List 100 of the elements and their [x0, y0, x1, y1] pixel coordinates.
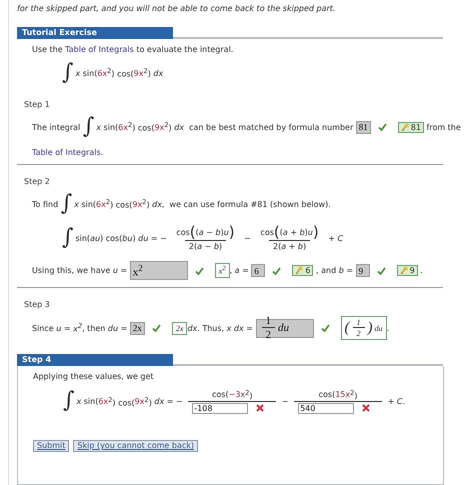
math-variable: x: [75, 68, 80, 78]
answer-input[interactable]: 540: [298, 402, 354, 414]
math-variable: a: [197, 242, 202, 251]
math-text: $^{2}$): [142, 198, 151, 210]
integral-sign: ∫: [82, 116, 94, 138]
answer-field[interactable]: x$^{2}$: [130, 261, 188, 280]
math-variable: a: [198, 228, 204, 237]
math-variable: C: [338, 234, 344, 242]
math-text: +: [327, 234, 336, 242]
math-variable: bu: [122, 234, 132, 242]
math-variable: x$^{2}$: [73, 322, 82, 334]
math-text: .: [419, 266, 423, 275]
math-text: ): [218, 242, 222, 251]
math-text: cos(: [212, 390, 229, 400]
math-text: sin(: [82, 68, 98, 78]
math-text: $^{2}$): [164, 121, 173, 133]
math-text: cos: [176, 228, 190, 237]
math-variable: du: [138, 234, 148, 242]
math-variable: a: [282, 228, 288, 237]
answer-field[interactable]: 2x: [130, 322, 145, 334]
math-variable: a: [281, 242, 286, 251]
notice-text: for the skipped part, and you will not be able to come back to the skipped part.: [17, 4, 336, 13]
parenthesis: (: [190, 225, 196, 240]
answer-field[interactable]: 9: [356, 264, 370, 277]
math-text: −: [204, 242, 212, 251]
math-variable: x dx: [226, 324, 244, 332]
integral-sign: ∫: [63, 390, 74, 412]
math-text: $^{2}$): [245, 389, 253, 401]
math-text: sin(: [102, 122, 118, 132]
key-value: 2x: [176, 324, 184, 332]
math-variable: u: [112, 266, 118, 275]
answer-field[interactable]: 6: [251, 264, 266, 277]
math-variable: x: [76, 396, 82, 406]
math-text: , we can use formula #81 (shown below).: [162, 200, 331, 208]
key-value: 9: [410, 266, 415, 275]
math-text: $^{2}$): [143, 67, 152, 79]
math-text: (: [196, 228, 199, 237]
math-text: from the: [426, 122, 461, 132]
math-text: −: [205, 228, 214, 237]
parenthesis: (: [274, 225, 280, 240]
math-text: cos: [260, 228, 274, 237]
math-text: =: [245, 324, 254, 332]
integral-sign: ∫: [62, 62, 74, 84]
math-text: ) cos(: [100, 234, 122, 242]
key-value: 6: [305, 266, 310, 275]
math-variable: u: [56, 324, 62, 332]
math-text: sin(: [80, 200, 96, 208]
math-variable: C: [396, 396, 402, 406]
math-text: to evaluate the integral.: [135, 45, 234, 54]
math-variable: au: [90, 234, 100, 242]
math-text: ): [220, 228, 224, 237]
math-coefficient: 9x: [134, 396, 144, 406]
table-of-integrals-link[interactable]: Table of Integrals.: [32, 148, 104, 157]
math-text: =: [119, 266, 128, 275]
skip-button[interactable]: Skip (you cannot come back): [73, 440, 198, 452]
math-variable: dx: [154, 396, 164, 406]
math-coefficient: 15x: [335, 390, 350, 400]
math-variable: x: [96, 122, 102, 132]
math-variable: b: [298, 242, 303, 251]
math-variable: x: [74, 200, 79, 208]
math-text: =: [241, 266, 250, 275]
answer-field[interactable]: 81: [356, 120, 371, 134]
math-text: −: [280, 396, 290, 406]
math-variable: b: [215, 228, 221, 237]
answer-input[interactable]: -108: [192, 402, 248, 414]
math-text: can be best matched by formula number: [188, 122, 354, 132]
key-value: x$^{2}$: [218, 265, 226, 276]
math-text: $^{2}$) cos(: [106, 198, 132, 210]
math-variable: b: [300, 228, 305, 237]
math-text: To find: [32, 200, 60, 208]
math-text: .: [386, 324, 390, 332]
math-coefficient: 6x: [97, 68, 108, 78]
step-label: Step 3: [23, 300, 51, 309]
math-variable: dx: [153, 68, 164, 78]
math-text: Applying these values, we get: [33, 372, 154, 381]
math-text: 2(: [273, 242, 282, 251]
math-text: , then: [82, 324, 106, 332]
math-text: $^{2}$) cos(: [108, 396, 135, 408]
math-text: $^{2}$) cos(: [107, 67, 134, 79]
submit-button[interactable]: Submit: [33, 440, 70, 452]
math-text: . Thus,: [197, 324, 226, 332]
math-coefficient: 9x: [154, 122, 164, 132]
math-coefficient: 6x: [98, 396, 108, 406]
math-text: +: [288, 242, 296, 251]
key-value: 81: [410, 122, 421, 132]
math-coefficient: 9x: [132, 200, 142, 208]
math-text: Using this, we have: [32, 266, 112, 275]
math-coefficient: 6x: [118, 122, 128, 132]
math-text: ): [304, 228, 308, 237]
math-text: ): [303, 242, 306, 251]
math-text: +: [386, 396, 396, 406]
math-coefficient: 9x: [134, 68, 144, 78]
math-variable: a: [234, 266, 240, 275]
math-text: sin(: [75, 234, 90, 242]
math-text: $^{2}$): [350, 389, 358, 401]
math-text: $^{2}$) cos(: [128, 121, 154, 133]
math-variable: du: [108, 324, 118, 332]
table-of-integrals-link[interactable]: Table of Integrals: [65, 45, 134, 54]
math-coefficient: 6x: [96, 200, 106, 208]
math-text: = −: [166, 396, 184, 406]
